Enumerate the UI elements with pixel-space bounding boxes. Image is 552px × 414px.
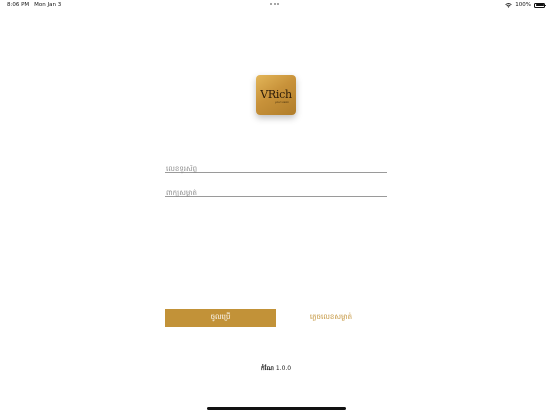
password-input[interactable] — [165, 185, 387, 201]
login-button[interactable]: ចូលប្រើ — [165, 309, 276, 327]
battery-percentage: 100% — [515, 2, 531, 8]
app-version: កំណែ 1.0.0 — [200, 364, 352, 373]
forgot-password-link[interactable]: ភ្លេចលេខសម្ងាត់ — [290, 309, 372, 327]
version-number: 1.0.0 — [275, 365, 292, 372]
home-indicator[interactable] — [207, 407, 346, 410]
wifi-icon — [505, 2, 513, 8]
version-label: កំណែ — [260, 365, 274, 372]
status-time: 8:06 PM — [7, 2, 30, 8]
battery-fill — [535, 4, 544, 6]
battery-icon — [534, 2, 546, 8]
logo-brand-text: VRich — [260, 87, 292, 101]
status-left: 8:06 PM Mon Jan 3 — [7, 2, 61, 8]
username-input[interactable] — [165, 161, 387, 177]
username-field — [165, 156, 387, 177]
logo-tagline: your vision — [275, 100, 289, 104]
app-logo: VRich your vision — [256, 75, 296, 115]
status-right: 100% — [505, 2, 546, 8]
status-bar: 8:06 PM Mon Jan 3 100% — [0, 0, 552, 10]
multitasking-dots-icon[interactable] — [270, 3, 279, 5]
status-date: Mon Jan 3 — [34, 2, 62, 8]
password-field — [165, 180, 387, 201]
